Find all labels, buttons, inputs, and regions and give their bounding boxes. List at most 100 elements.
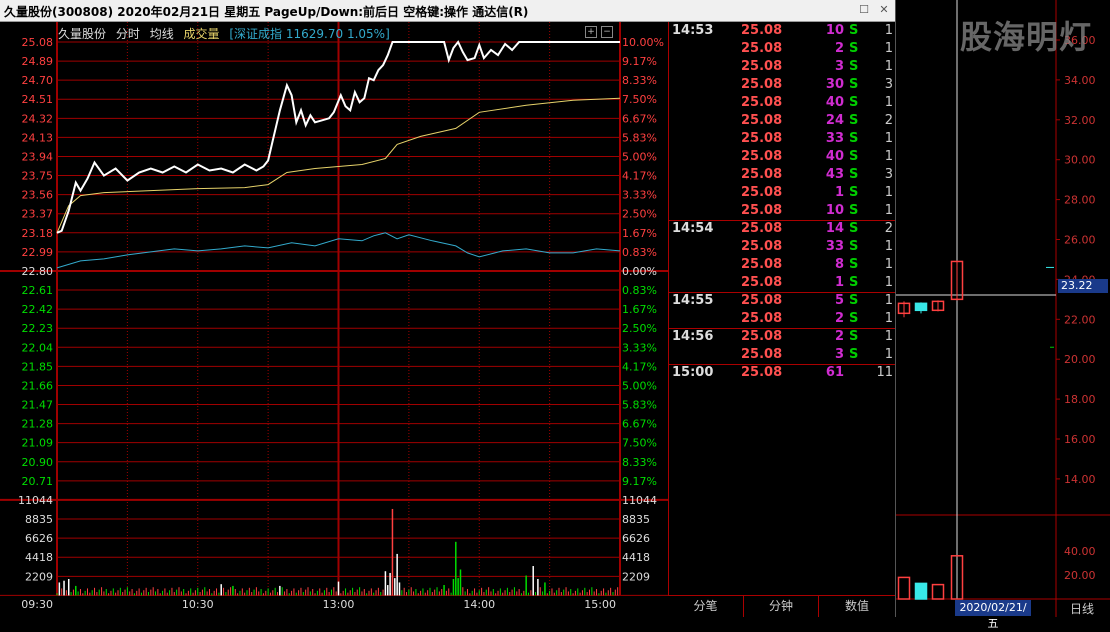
tick-volume: 10 [825,203,844,218]
volume-tick-label: 8835 [622,513,650,526]
tick-price: 25.08 [741,203,783,218]
tick-volume: 43 [825,167,844,182]
tab-values[interactable]: 数值 [819,596,895,617]
tick-price: 25.08 [741,23,783,38]
avg-line-label: 均线 [149,27,174,41]
tab-daily[interactable]: 日线 [1062,600,1102,617]
zoom-in-button[interactable]: + [585,26,597,38]
volume-tick-label: 11044 [622,494,657,507]
kline-volume-label: 40.00 [1064,545,1096,558]
stock-name: 久量股份 [58,27,107,41]
tick-count: 11 [876,365,893,380]
tick-volume: 24 [825,113,844,128]
tick-price: 25.08 [741,347,783,362]
tick-price: 25.08 [741,311,783,326]
intraday-panel[interactable]: 25.08 10.00% 24.89 9.17% 24.70 8.33% 24.51 7.50… [0,22,668,617]
tick-count: 1 [884,149,893,164]
volume-tick-label: 2209 [622,570,650,583]
tick-count: 1 [884,59,893,74]
price-tick-label: 24.89 [22,55,54,68]
tick-row: 25.08 30 S 3 [669,77,896,95]
candle-volume-bar [914,582,928,600]
tick-volume: 33 [825,131,844,146]
tick-row: 25.08 2 S 1 [669,41,896,59]
tick-side: S [849,329,859,344]
tick-volume: 33 [825,239,844,254]
pct-tick-label: 4.17% [622,360,657,373]
price-tick-label: 21.47 [22,399,54,412]
tick-price: 25.08 [741,275,783,290]
tick-volume: 1 [834,275,844,290]
tick-list[interactable]: 14:53 25.08 10 S 1 25.08 2 S 1 25.08 3 S 1 25.08 30 S 3 2… [668,22,896,595]
tick-row: 14:54 25.08 14 S 2 [669,220,896,239]
pct-tick-label: 7.50% [622,93,657,106]
pct-tick-label: 0.83% [622,284,657,297]
pct-tick-label: 9.17% [622,475,657,488]
pct-tick-label: 2.50% [622,208,657,221]
tick-side: S [849,347,859,362]
time-tick-label: 10:30 [182,598,214,611]
tick-volume: 3 [834,59,844,74]
price-tick-label: 24.32 [22,112,54,125]
tick-row: 25.08 33 S 1 [669,131,896,149]
pct-tick-label: 1.67% [622,303,657,316]
volume-tick-label: 11044 [18,494,53,507]
kline-volume-label: 20.00 [1064,569,1096,582]
price-tick-label: 25.08 [22,36,54,49]
pct-tick-label: 0.83% [622,246,657,259]
volume-label: 成交量 [183,27,220,41]
price-tick-label: 23.94 [22,150,54,163]
tick-time: 14:56 [672,329,714,344]
price-tick-label: 21.66 [22,379,54,392]
kline-price-label: 28.00 [1064,194,1096,207]
kline-panel[interactable]: 36.0034.0032.0030.0028.0026.0024.0022.00… [895,0,1110,617]
tick-row: 25.08 40 S 1 [669,95,896,113]
tick-row: 15:00 25.08 61 11 [669,364,896,383]
price-tick-label: 21.85 [22,360,54,373]
tick-count: 1 [884,293,893,308]
tick-volume: 2 [834,41,844,56]
tick-count: 1 [884,41,893,56]
tick-price: 25.08 [741,77,783,92]
tick-side: S [849,59,859,74]
tick-count: 1 [884,329,893,344]
tick-time: 14:53 [672,23,714,38]
price-tick-label: 20.90 [22,456,54,469]
pct-tick-label: 0.00% [622,265,657,278]
pct-tick-label: 5.83% [622,399,657,412]
close-button[interactable]: ✕ [877,3,891,17]
tick-price: 25.08 [741,239,783,254]
mode-label: 分时 [115,27,140,41]
tick-volume: 5 [834,293,844,308]
time-tick-label: 09:30 [21,598,53,611]
tick-side: S [849,293,859,308]
kline-price-label: 20.00 [1064,353,1096,366]
tick-count: 3 [884,77,893,92]
tick-row: 14:55 25.08 5 S 1 [669,292,896,311]
tab-minutes[interactable]: 分钟 [744,596,819,617]
tick-time: 15:00 [672,365,714,380]
pct-tick-label: 5.83% [622,131,657,144]
tick-side: S [849,41,859,56]
tick-row: 25.08 40 S 1 [669,149,896,167]
tick-count: 3 [884,167,893,182]
pct-tick-label: 2.50% [622,322,657,335]
index-label[interactable]: [深证成指 11629.70 1.05%] [229,27,389,41]
tab-ticks[interactable]: 分笔 [668,596,744,617]
time-tick-label: 13:00 [323,598,355,611]
candle-body [914,302,928,312]
zoom-out-button[interactable]: − [601,26,613,38]
restore-button[interactable]: ☐ [857,3,871,17]
window-title: 久量股份(300808) 2020年02月21日 星期五 PageUp/Down… [4,5,529,19]
candle-volume-bar [931,583,945,600]
price-tick-label: 21.09 [22,437,54,450]
pct-tick-label: 5.00% [622,379,657,392]
tick-side: S [849,167,859,182]
tick-volume: 40 [825,95,844,110]
kline-price-label: 22.00 [1064,313,1096,326]
tick-side: S [849,257,859,272]
volume-tick-label: 6626 [25,532,53,545]
kline-price-label: 34.00 [1064,74,1096,87]
tick-price: 25.08 [741,257,783,272]
tick-price: 25.08 [741,149,783,164]
